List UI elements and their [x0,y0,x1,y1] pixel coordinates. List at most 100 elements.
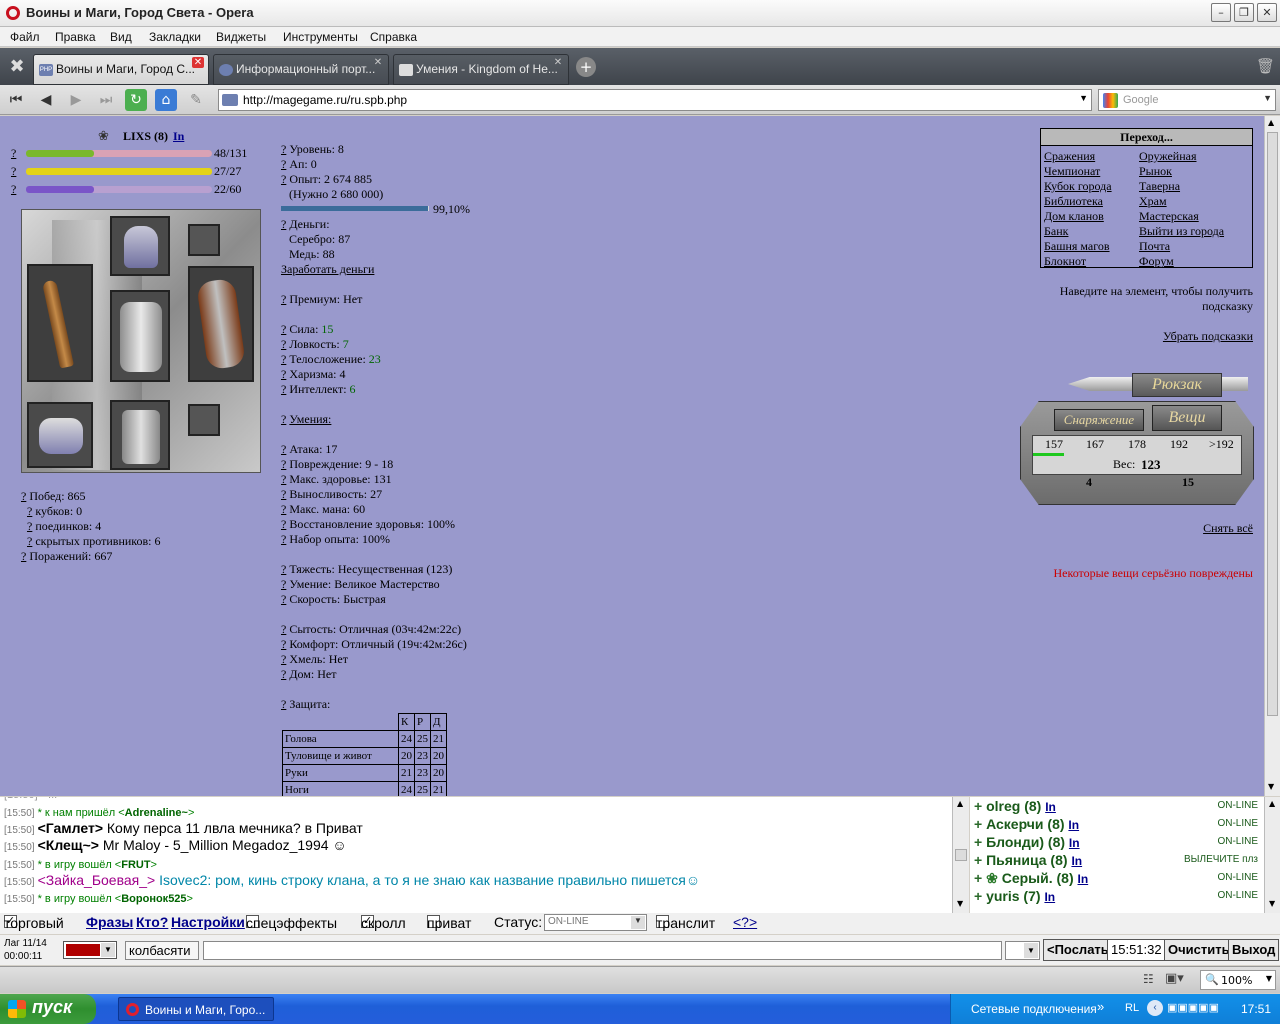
nav-link-market[interactable]: Рынок [1139,164,1172,179]
translit-help-link[interactable]: <?> [733,914,757,930]
user-name[interactable]: Пьяница (8) [986,852,1067,868]
menu-widgets[interactable]: Виджеты [216,30,266,44]
shield-slot[interactable] [188,266,254,382]
status-select[interactable]: ON-LINE ▼ [544,914,647,931]
tools-icon[interactable]: ✖ [6,56,28,78]
scroll-up-icon[interactable]: ▲ [957,799,963,808]
maximize-button[interactable]: ❐ [1234,3,1254,22]
user-in-link[interactable]: In [1071,854,1082,868]
nav-link-forum[interactable]: Форум [1139,254,1174,269]
user-row[interactable]: + olreg (8) In ON-LINE [974,798,1258,816]
nav-link-championship[interactable]: Чемпионат [1044,164,1100,179]
gloves-slot[interactable] [27,402,93,468]
help-link[interactable]: ? [281,367,286,381]
scroll-down-icon[interactable]: ▼ [957,899,963,908]
nav-link-armory[interactable]: Оружейная [1139,149,1197,164]
user-row[interactable]: + Блонди) (8) In ON-LINE [974,834,1258,852]
trash-icon[interactable]: 🗑 [1256,57,1275,77]
home-icon[interactable]: ⌂ [155,89,177,111]
menu-help[interactable]: Справка [370,30,417,44]
help-link[interactable]: ? [281,697,286,711]
character-in-link[interactable]: In [173,129,184,144]
mana-help[interactable]: ? [11,182,16,197]
nav-link-tavern[interactable]: Таверна [1139,179,1180,194]
help-link[interactable]: ? [281,637,286,651]
forward-icon[interactable]: ▶ [65,89,87,111]
who-link[interactable]: Кто? [136,914,168,930]
address-field[interactable]: http://magegame.ru/ru.spb.php ▼ [218,89,1092,111]
language-indicator[interactable]: RL [1125,1002,1139,1014]
help-link[interactable]: ? [281,382,286,396]
rewind-icon[interactable]: ⏮ [5,89,27,111]
armor-slot[interactable] [110,290,170,382]
help-link[interactable]: ? [281,457,286,471]
chat-speaker[interactable]: <Клещ~> [38,837,99,853]
start-button[interactable]: пуск [0,994,96,1024]
help-link[interactable]: ? [281,652,286,666]
user-row[interactable]: + yuris (7) In ON-LINE [974,888,1258,906]
image-toggle-icon[interactable]: ▣▾ [1165,971,1184,986]
help-link[interactable]: ? [21,549,26,563]
scroll-thumb[interactable] [1267,132,1278,716]
user-in-link[interactable]: In [1068,818,1079,832]
clear-button[interactable]: Очистить [1164,939,1234,961]
menu-view[interactable]: Вид [110,30,132,44]
chat-nick[interactable]: Adrenaline~ [125,807,188,819]
user-row[interactable]: + ❀ Серый. (8) In ON-LINE [974,870,1258,888]
remove-hints-link[interactable]: Убрать подсказки [1163,329,1253,344]
user-in-link[interactable]: In [1078,872,1089,886]
nav-link-battles[interactable]: Сражения [1044,149,1095,164]
help-link[interactable]: ? [281,472,286,486]
help-link[interactable]: ? [281,667,286,681]
user-name[interactable]: Блонди) (8) [986,834,1065,850]
recipient-field[interactable]: колбасяти [125,941,199,960]
help-link[interactable]: ? [21,489,26,503]
user-name[interactable]: yuris (7) [986,888,1040,904]
user-row[interactable]: + Аскерчи (8) In ON-LINE [974,816,1258,834]
wand-icon[interactable]: ✎ [185,89,207,111]
weapon-slot[interactable] [27,264,93,382]
help-link[interactable]: ? [27,504,32,518]
page-scrollbar[interactable]: ▲ ▼ [1264,116,1280,796]
nav-link-library[interactable]: Библиотека [1044,194,1103,209]
help-link[interactable]: ? [281,517,286,531]
minimize-button[interactable]: – [1211,3,1231,22]
user-in-link[interactable]: In [1044,890,1055,904]
chat-nick[interactable]: FRUT [121,859,150,871]
help-link[interactable]: ? [281,487,286,501]
items-tab[interactable]: Вещи [1152,405,1222,431]
user-name[interactable]: Аскерчи (8) [986,816,1064,832]
menu-file[interactable]: Файл [10,30,40,44]
network-icon[interactable]: ☷ [1143,972,1154,986]
help-link[interactable]: ? [281,502,286,516]
help-link[interactable]: ? [281,352,286,366]
exit-button[interactable]: Выход [1228,939,1280,961]
scroll-up-icon[interactable]: ▲ [1268,118,1274,127]
user-in-link[interactable]: In [1069,836,1080,850]
help-link[interactable]: ? [281,622,286,636]
help-link[interactable]: ? [281,532,286,546]
scroll-down-icon[interactable]: ▼ [1269,899,1275,908]
earn-money-link[interactable]: Заработать деньги [281,262,374,277]
help-link[interactable]: ? [281,172,286,186]
chat-nick[interactable]: Воронок525 [121,893,186,905]
nav-link-leave-city[interactable]: Выйти из города [1139,224,1224,239]
taskbar-item-opera[interactable]: Воины и Маги, Горо... [118,997,274,1021]
help-link[interactable]: ? [281,217,286,231]
help-link[interactable]: ? [281,157,286,171]
nav-link-workshop[interactable]: Мастерская [1139,209,1199,224]
menu-tools[interactable]: Инструменты [283,30,358,44]
close-tab-icon[interactable]: ✕ [552,57,564,68]
settings-link[interactable]: Настройки [171,914,245,930]
help-link[interactable]: ? [281,577,286,591]
close-tab-icon[interactable]: ✕ [192,57,204,68]
remove-all-link[interactable]: Снять всё [1203,521,1253,536]
help-link[interactable]: ? [281,592,286,606]
menu-bookmarks[interactable]: Закладки [149,30,201,44]
search-field[interactable]: Google ▼ [1098,89,1276,111]
nav-link-notebook[interactable]: Блокнот [1044,254,1086,269]
user-row[interactable]: + Пьяница (8) In ВЫЛЕЧИТЕ плз [974,852,1258,870]
chat-message-input[interactable] [203,941,1002,960]
help-link[interactable]: ? [281,322,286,336]
nav-link-city-cup[interactable]: Кубок города [1044,179,1112,194]
